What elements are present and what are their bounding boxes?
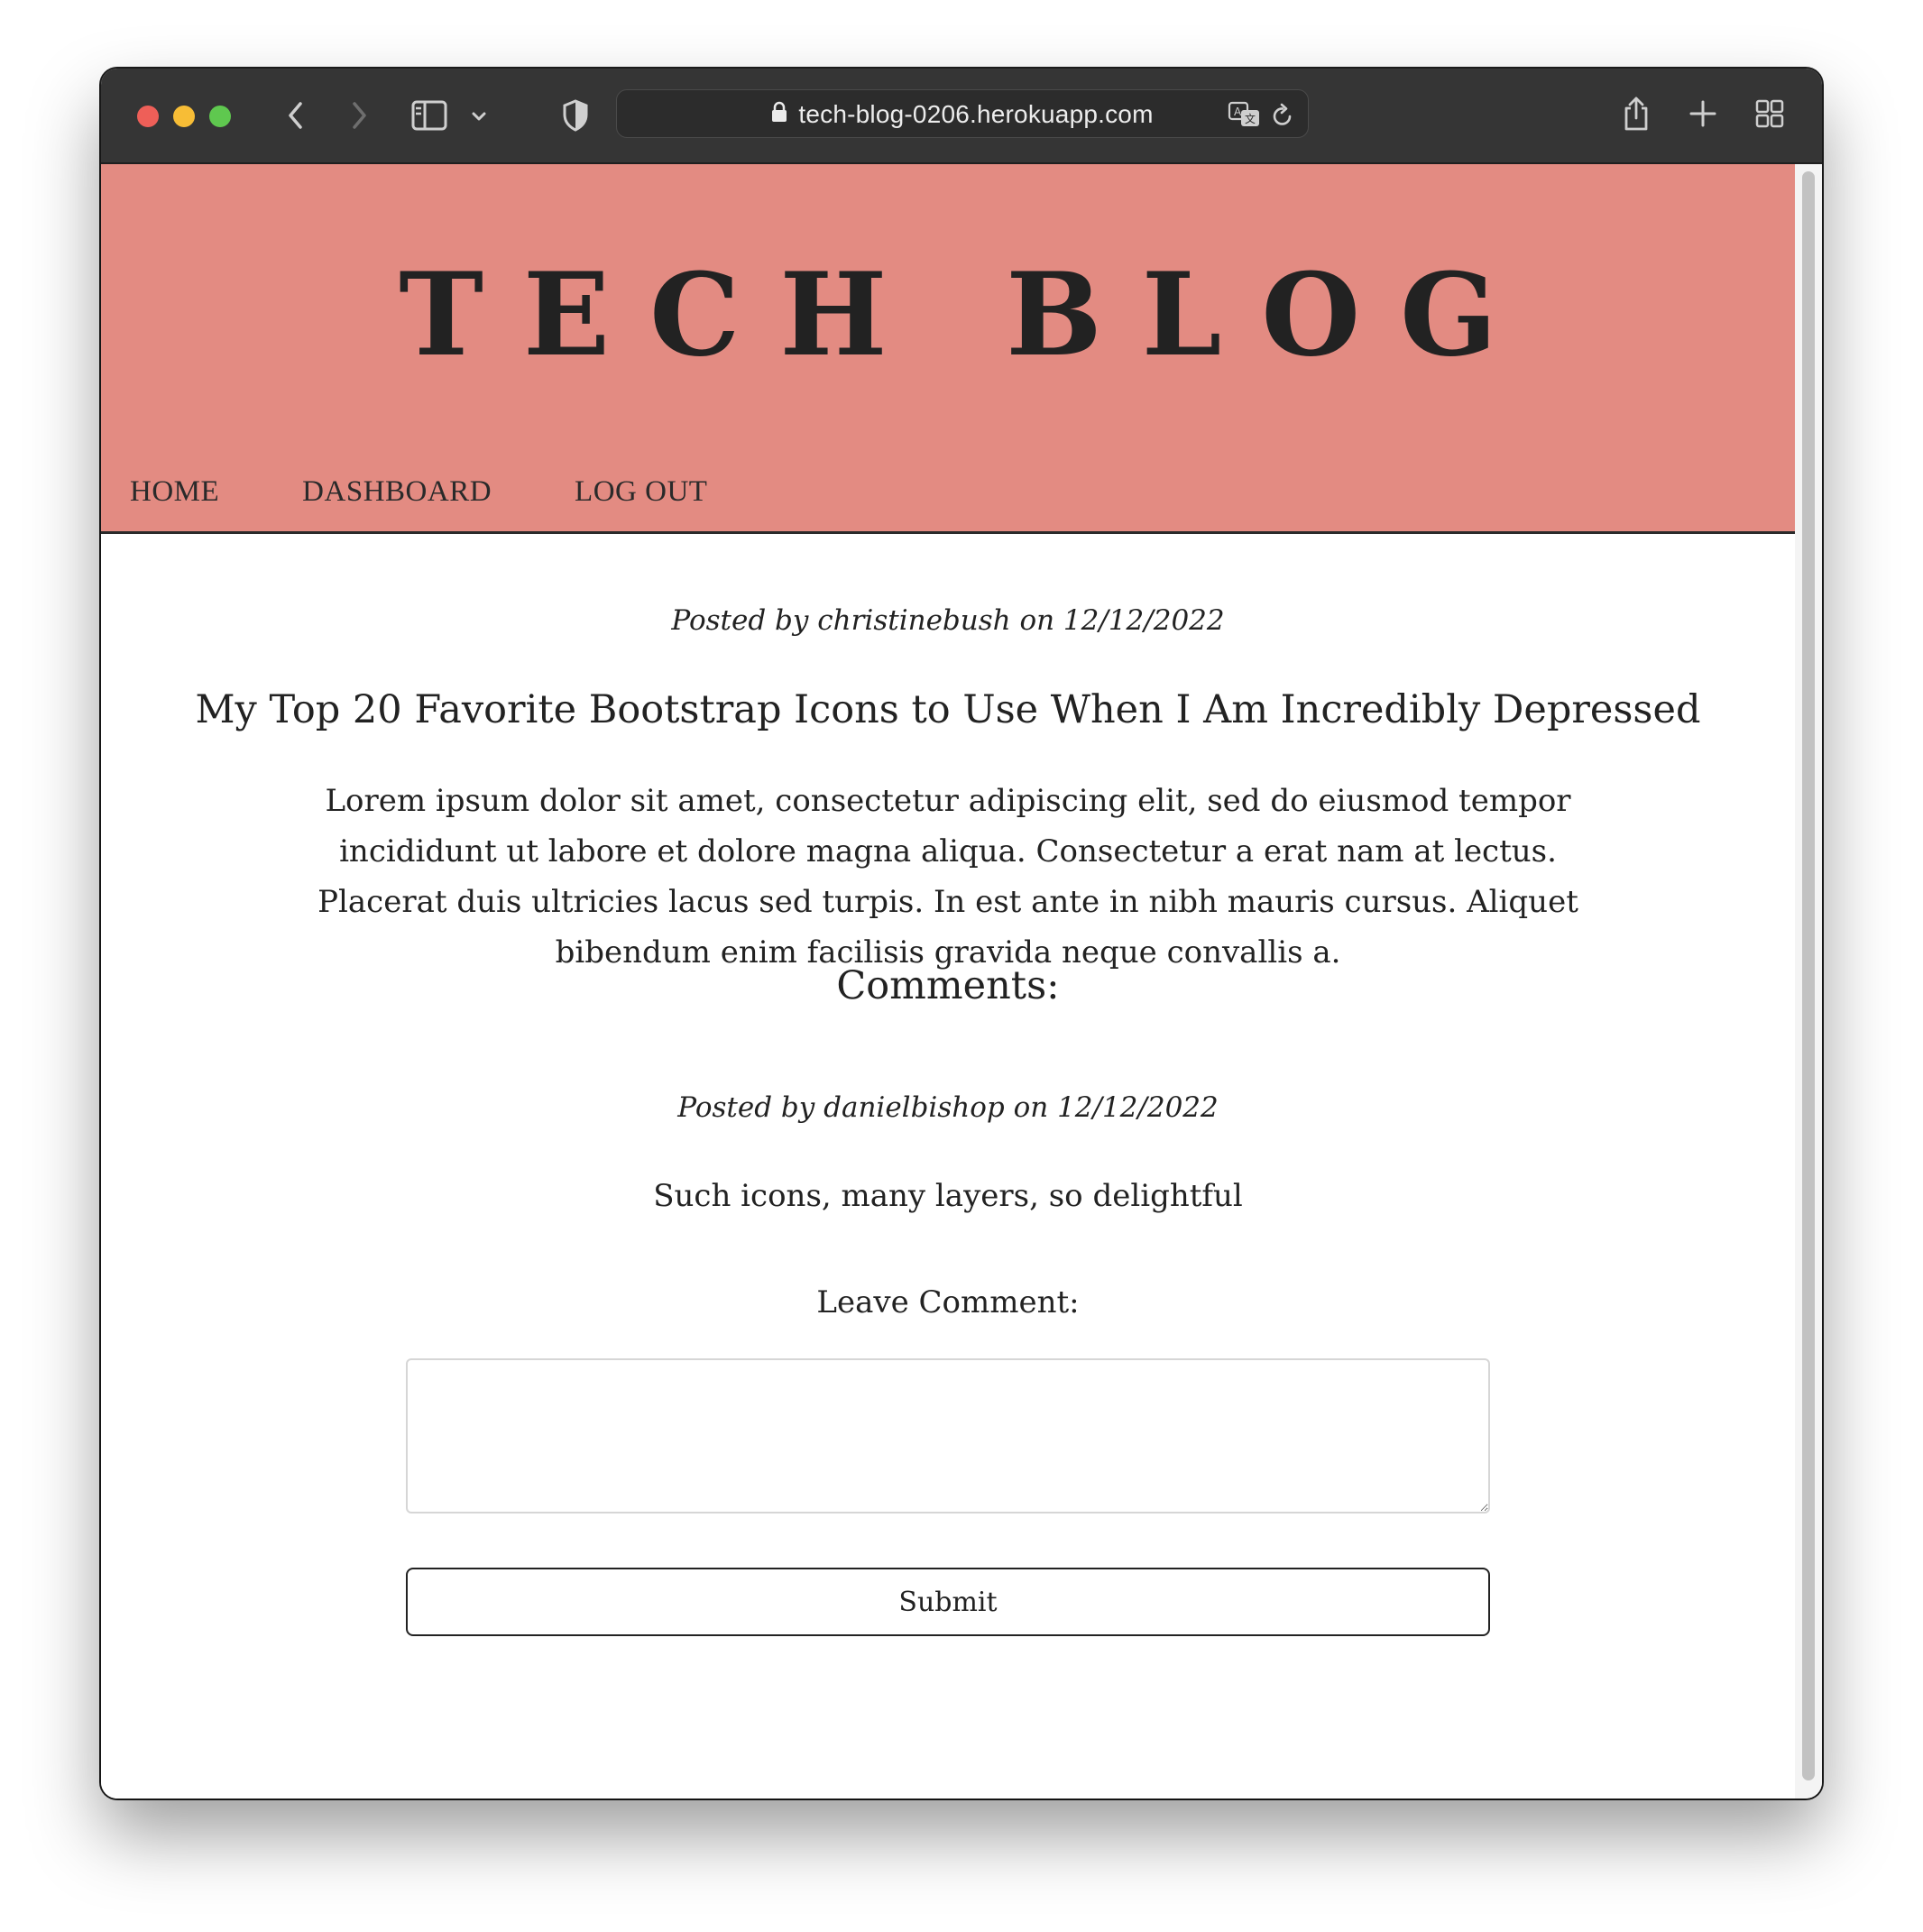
chevron-down-icon[interactable] xyxy=(465,103,492,130)
web-page: TECH BLOG HOME DASHBOARD LOG OUT Posted … xyxy=(101,164,1795,1799)
lock-icon xyxy=(771,90,787,139)
main-nav: HOME DASHBOARD LOG OUT xyxy=(130,475,707,509)
post-byline: Posted by christinebush on 12/12/2022 xyxy=(671,604,1225,637)
browser-window: tech-blog-0206.herokuapp.com A文 TECH BLO… xyxy=(101,69,1822,1799)
minimize-window-button[interactable] xyxy=(173,106,195,127)
comments-heading: Comments: xyxy=(836,963,1060,1008)
svg-text:文: 文 xyxy=(1245,112,1256,125)
comment-text: Such icons, many layers, so delightful xyxy=(653,1178,1243,1214)
close-window-button[interactable] xyxy=(137,106,159,127)
comment-byline: Posted by danielbishop on 12/12/2022 xyxy=(677,1091,1219,1124)
nav-home-link[interactable]: HOME xyxy=(130,475,219,509)
zoom-window-button[interactable] xyxy=(209,106,231,127)
comment-textarea[interactable] xyxy=(406,1358,1490,1513)
url-text: tech-blog-0206.herokuapp.com xyxy=(798,100,1154,128)
sidebar-icon[interactable] xyxy=(409,96,449,135)
post-title: My Top 20 Favorite Bootstrap Icons to Us… xyxy=(195,687,1701,732)
site-title: TECH BLOG xyxy=(399,248,1537,382)
nav-logout-link[interactable]: LOG OUT xyxy=(575,475,707,509)
shield-icon[interactable] xyxy=(557,96,593,135)
translate-icon[interactable]: A文 xyxy=(1227,99,1263,130)
plus-icon[interactable] xyxy=(1685,96,1721,132)
share-icon[interactable] xyxy=(1618,92,1654,135)
scrollbar-thumb[interactable] xyxy=(1802,171,1815,1780)
chevron-right-icon[interactable] xyxy=(341,97,377,133)
svg-text:A: A xyxy=(1234,106,1242,118)
post-body: Lorem ipsum dolor sit amet, consectetur … xyxy=(317,783,1578,971)
browser-toolbar: tech-blog-0206.herokuapp.com A文 xyxy=(101,69,1822,164)
submit-button[interactable]: Submit xyxy=(406,1568,1490,1636)
site-header: TECH BLOG HOME DASHBOARD LOG OUT xyxy=(101,164,1795,534)
grid-icon[interactable] xyxy=(1752,96,1788,132)
nav-dashboard-link[interactable]: DASHBOARD xyxy=(302,475,492,509)
address-bar[interactable]: tech-blog-0206.herokuapp.com A文 xyxy=(616,89,1309,138)
chevron-left-icon[interactable] xyxy=(278,97,314,133)
reload-icon[interactable] xyxy=(1268,101,1297,130)
scrollbar[interactable] xyxy=(1795,164,1822,1799)
leave-comment-label: Leave Comment: xyxy=(816,1284,1080,1320)
